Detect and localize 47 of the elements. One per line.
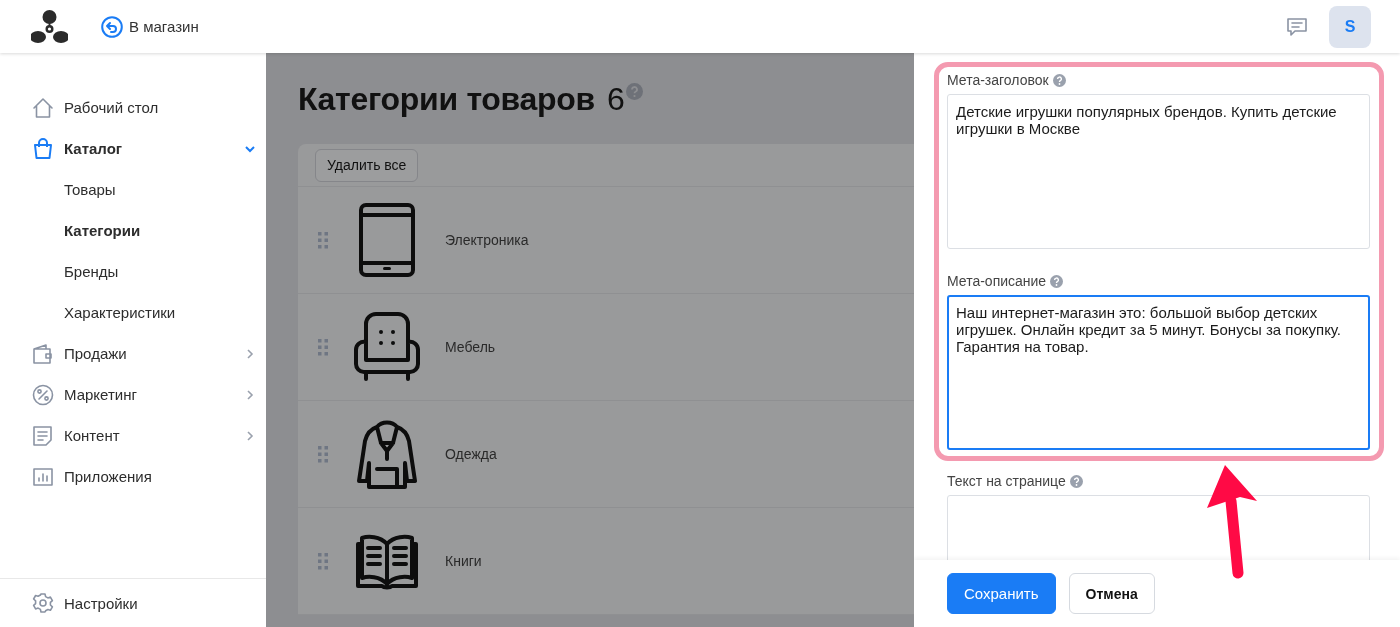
sidebar-item[interactable]: Рабочий стол <box>0 87 266 128</box>
armchair-icon <box>354 312 420 382</box>
sidebar-subitem[interactable]: Категории <box>0 210 266 251</box>
help-icon <box>1050 274 1064 288</box>
help-icon <box>1052 73 1066 87</box>
sidebar-item[interactable]: Приложения <box>0 456 266 497</box>
cancel-button[interactable]: Отмена <box>1068 573 1155 614</box>
field-label: Мета-заголовок <box>947 72 1049 88</box>
field-label: Мета-описание <box>947 273 1047 289</box>
percent-icon <box>32 383 54 406</box>
sidebar-subitem[interactable]: Бренды <box>0 251 266 292</box>
wallet-icon <box>32 342 54 365</box>
drag-handle-icon <box>318 231 328 249</box>
category-name: Книги <box>445 553 482 569</box>
category-name: Электроника <box>445 232 529 248</box>
open-book-icon <box>356 532 418 590</box>
document-icon <box>32 424 54 447</box>
chat-icon <box>1286 15 1308 38</box>
hoodie-icon <box>357 419 417 489</box>
page-title: Категории товаров <box>298 81 595 118</box>
field-label: Текст на странице <box>947 473 1066 489</box>
messages-button[interactable] <box>1286 15 1308 38</box>
save-button[interactable]: Сохранить <box>947 573 1056 614</box>
settings-icon <box>32 592 54 614</box>
tablet-icon <box>359 203 415 277</box>
bar-chart-icon <box>32 465 54 488</box>
category-name: Мебель <box>445 339 496 355</box>
sidebar-subitem[interactable]: Товары <box>0 169 266 210</box>
sidebar-item[interactable]: Каталог <box>0 128 266 169</box>
drag-handle-icon <box>318 338 328 356</box>
drag-handle-icon <box>318 552 328 570</box>
sidebar-item[interactable]: Маркетинг <box>0 374 266 415</box>
text-area[interactable]: Наш интернет-магазин это: большой выбор детских игрушек. Онлайн кредит за 5 минут. Бонусы за покупку. Гарантия на товар. <box>947 295 1370 450</box>
shopping-bag-icon <box>32 137 54 160</box>
category-name: Одежда <box>445 446 497 462</box>
sidebar-item[interactable]: Продажи <box>0 333 266 374</box>
help-icon <box>626 83 644 100</box>
home-icon <box>32 96 54 119</box>
text-area[interactable]: Детские игрушки популярных брендов. Купить детские игрушки в Москве <box>947 94 1370 249</box>
logo-icon <box>31 8 68 45</box>
sidebar-subitem[interactable]: Характеристики <box>0 292 266 333</box>
category-count: 6 <box>606 81 625 118</box>
delete-all-button[interactable]: Удалить все <box>315 148 419 182</box>
drag-handle-icon <box>318 445 328 463</box>
help-icon <box>1069 474 1083 488</box>
sidebar-item[interactable]: Контент <box>0 415 266 456</box>
back-to-store-link[interactable]: В магазин <box>101 15 199 38</box>
